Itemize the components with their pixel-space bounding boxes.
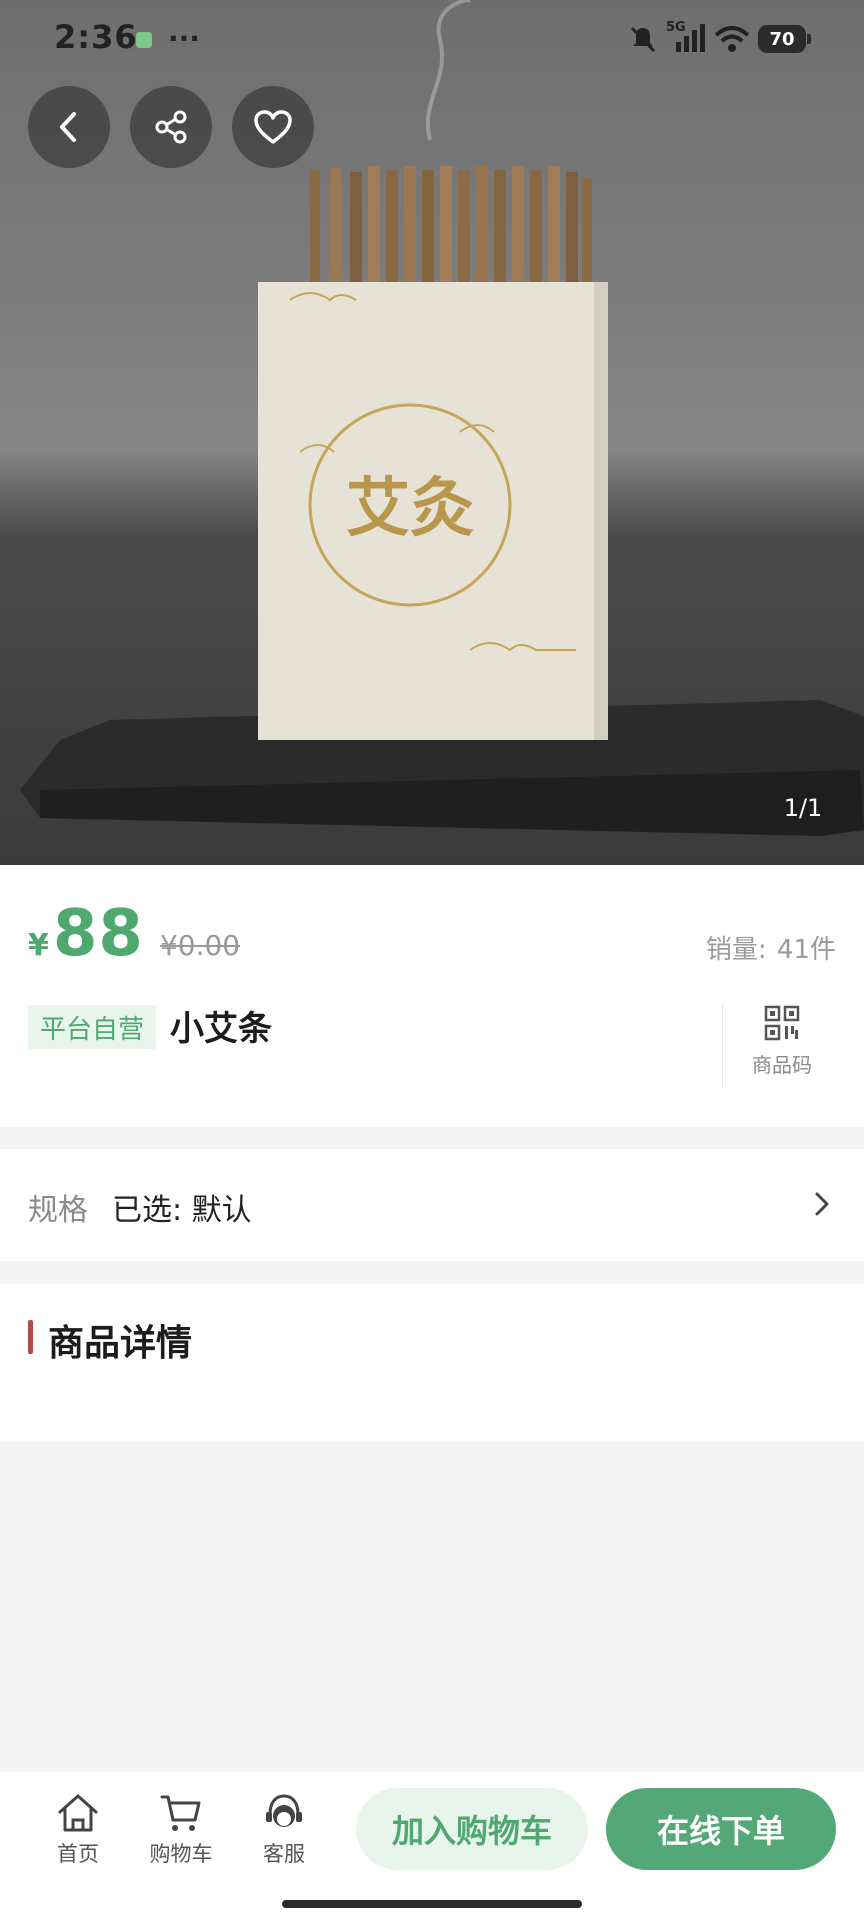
share-button[interactable] (130, 86, 212, 168)
product-name: 小艾条 (170, 1009, 272, 1049)
cart-icon (160, 1795, 201, 1831)
section-accent-bar (28, 1320, 33, 1354)
product-details-section: 商品详情 (0, 1284, 864, 1442)
home-icon (58, 1794, 98, 1832)
home-indicator[interactable] (282, 1900, 582, 1908)
spec-selector-row[interactable]: 规格 已选: 默认 (0, 1149, 864, 1261)
section-title: 商品详情 (48, 1323, 193, 1364)
sales-value: 41件 (776, 935, 836, 965)
sales-count: 销量: 41件 (706, 929, 836, 966)
self-operated-badge: 平台自营 (28, 1005, 157, 1049)
nav-cart-label: 购物车 (149, 1842, 213, 1866)
wifi-icon (714, 26, 750, 52)
status-bar: 2:36 ··· 5G 70 (0, 0, 864, 80)
price-row: ¥ 88 ¥0.00 (28, 897, 240, 971)
spec-label: 规格 (28, 1193, 88, 1228)
add-to-cart-button[interactable]: 加入购物车 (356, 1788, 588, 1870)
bottom-action-bar: 首页 购物车 客服 加入购物车 在线下单 (0, 1772, 864, 1920)
spec-selected-value: 已选: 默认 (112, 1193, 252, 1228)
divider (722, 1005, 723, 1089)
customer-service-icon (266, 1794, 302, 1827)
status-more-icon: ··· (168, 22, 200, 55)
back-icon (60, 112, 76, 142)
product-code-label: 商品码 (752, 1053, 812, 1077)
notification-app-icon (136, 32, 152, 48)
battery-icon: 70 (758, 25, 811, 53)
price: 88 (52, 897, 144, 971)
product-code-button[interactable]: 商品码 (740, 1005, 824, 1078)
product-info-card: ¥ 88 ¥0.00 销量: 41件 平台自营 小艾条 商品码 (0, 865, 864, 1127)
image-pager-indicator: 1/1 (770, 784, 836, 832)
status-time: 2:36 (54, 18, 138, 56)
nav-home[interactable]: 首页 (38, 1792, 118, 1868)
mute-bell-icon (630, 26, 656, 53)
cellular-signal-icon: 5G (666, 20, 706, 54)
favorite-button[interactable] (232, 86, 314, 168)
share-icon (155, 110, 187, 144)
nav-customer-service-label: 客服 (263, 1842, 305, 1866)
sales-label: 销量: (705, 935, 767, 965)
nav-cart[interactable]: 购物车 (141, 1792, 221, 1868)
back-button[interactable] (28, 86, 110, 168)
buy-now-button[interactable]: 在线下单 (606, 1788, 836, 1870)
product-image-carousel[interactable]: 艾灸 2:36 ··· 5G 70 1/1 (0, 0, 864, 865)
chevron-right-icon (815, 1192, 829, 1216)
original-price: ¥0.00 (159, 929, 241, 962)
qr-code-icon (764, 1005, 800, 1041)
heart-icon (254, 110, 292, 144)
currency-symbol: ¥ (28, 928, 49, 963)
nav-home-label: 首页 (57, 1842, 99, 1866)
box-label: 艾灸 (346, 471, 474, 546)
nav-customer-service[interactable]: 客服 (244, 1792, 324, 1868)
